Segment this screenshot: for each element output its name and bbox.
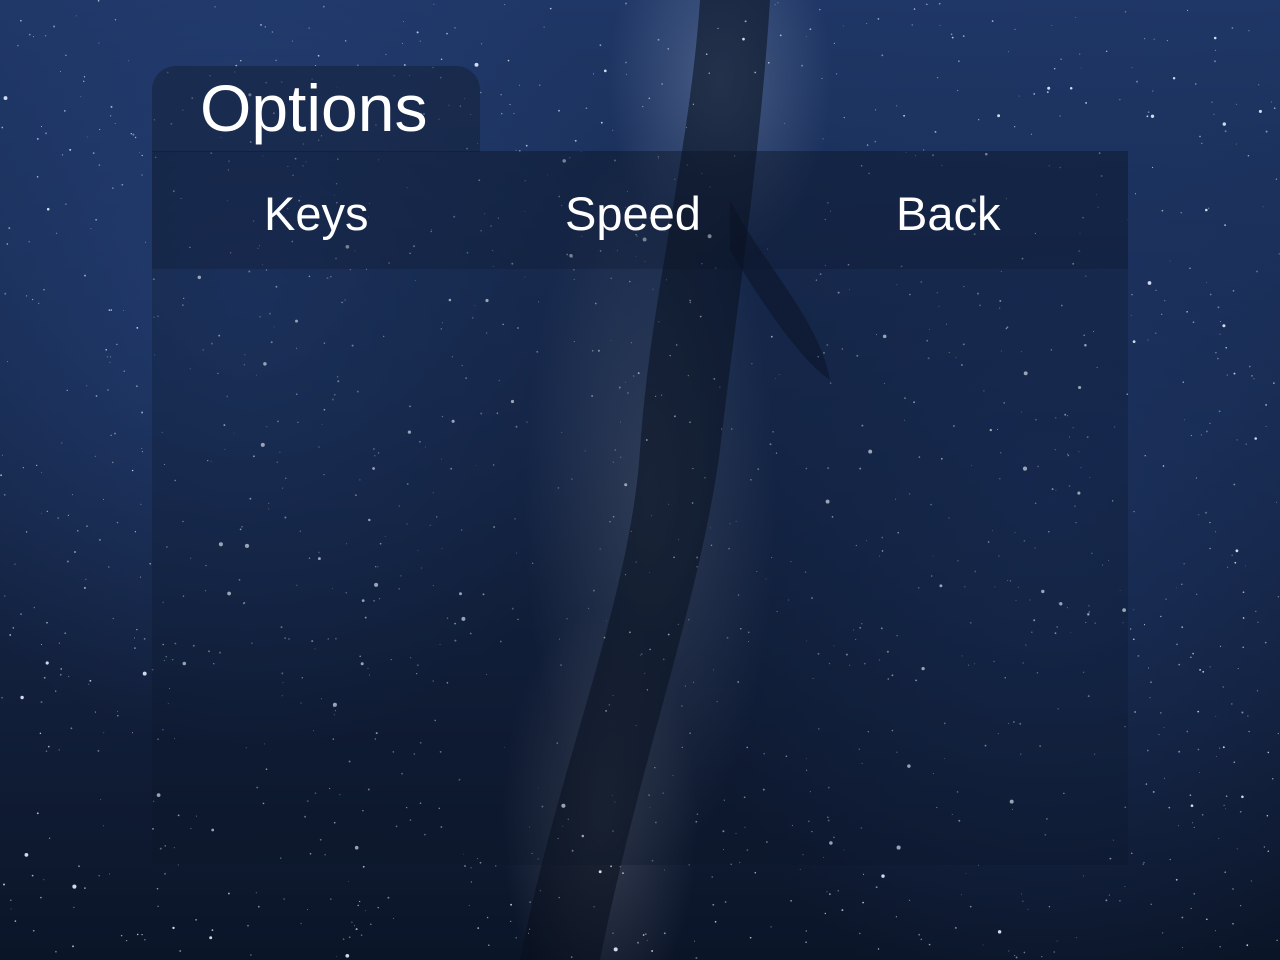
content-panel bbox=[152, 269, 1128, 865]
page-title: Options bbox=[200, 71, 428, 145]
speed-menu-item[interactable]: Speed bbox=[565, 186, 701, 242]
back-menu-item[interactable]: Back bbox=[896, 186, 1001, 242]
keys-menu-item[interactable]: Keys bbox=[264, 186, 369, 242]
starry-night-background: Options Keys Speed Back bbox=[0, 0, 1280, 960]
